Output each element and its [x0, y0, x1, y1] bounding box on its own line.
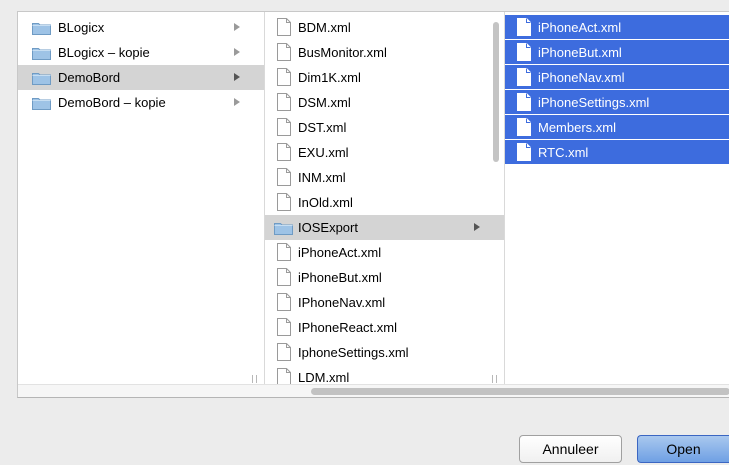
document-icon [277, 118, 291, 136]
file-row[interactable]: BDM.xml [265, 15, 504, 40]
document-icon [517, 68, 531, 86]
file-label: iPhoneAct.xml [538, 20, 622, 35]
file-label: iPhoneBut.xml [538, 45, 622, 60]
folder-row-blogicx[interactable]: BLogicx [18, 15, 264, 40]
file-row[interactable]: BusMonitor.xml [265, 40, 504, 65]
file-label: INM.xml [298, 170, 346, 185]
file-label: IPhoneReact.xml [298, 320, 397, 335]
column-1[interactable]: BLogicx BLogicx – kopie DemoBord DemoBor… [18, 12, 265, 384]
file-row[interactable]: iPhoneAct.xml [265, 240, 504, 265]
document-icon [277, 268, 291, 286]
file-label: IphoneSettings.xml [298, 345, 409, 360]
open-button[interactable]: Open [637, 435, 729, 463]
horizontal-scrollbar-thumb[interactable] [311, 388, 729, 395]
document-icon [277, 68, 291, 86]
file-row[interactable]: INM.xml [265, 165, 504, 190]
vertical-scrollbar-thumb[interactable] [493, 22, 499, 162]
file-label: iPhoneNav.xml [538, 70, 625, 85]
chevron-right-icon [474, 223, 480, 231]
file-row[interactable]: DST.xml [265, 115, 504, 140]
folder-label: BLogicx – kopie [58, 45, 150, 60]
folder-icon [32, 96, 51, 110]
file-label: IPhoneNav.xml [298, 295, 386, 310]
file-row[interactable]: iPhoneBut.xml [505, 40, 729, 64]
file-row[interactable]: Members.xml [505, 115, 729, 139]
file-label: iPhoneBut.xml [298, 270, 382, 285]
file-row[interactable]: IPhoneNav.xml [265, 290, 504, 315]
file-label: BDM.xml [298, 20, 351, 35]
file-row[interactable]: iPhoneAct.xml [505, 15, 729, 39]
document-icon [517, 93, 531, 111]
file-label: iPhoneAct.xml [298, 245, 382, 260]
document-icon [517, 118, 531, 136]
document-icon [277, 93, 291, 111]
chevron-right-icon [234, 23, 240, 31]
file-row[interactable]: IPhoneReact.xml [265, 315, 504, 340]
file-label: InOld.xml [298, 195, 353, 210]
document-icon [517, 143, 531, 161]
folder-label: BLogicx [58, 20, 105, 35]
document-icon [277, 143, 291, 161]
file-row[interactable]: DSM.xml [265, 90, 504, 115]
document-icon [277, 243, 291, 261]
document-icon [277, 343, 291, 361]
file-row[interactable]: iPhoneBut.xml [265, 265, 504, 290]
horizontal-scrollbar[interactable] [18, 384, 729, 397]
document-icon [517, 18, 531, 36]
folder-label: DemoBord – kopie [58, 95, 166, 110]
document-icon [277, 43, 291, 61]
folder-row[interactable]: IOSExport [265, 215, 504, 240]
chevron-right-icon [234, 73, 240, 81]
file-row[interactable]: iPhoneNav.xml [505, 65, 729, 89]
file-label: Dim1K.xml [298, 70, 361, 85]
document-icon [277, 293, 291, 311]
folder-icon [32, 71, 51, 85]
folder-row-demobord[interactable]: DemoBord [18, 65, 264, 90]
column-browser: BLogicx BLogicx – kopie DemoBord DemoBor… [17, 11, 729, 398]
file-row[interactable]: EXU.xml [265, 140, 504, 165]
column-3[interactable]: iPhoneAct.xml iPhoneBut.xml iPhoneNav.xml i… [505, 12, 729, 384]
file-row[interactable]: Dim1K.xml [265, 65, 504, 90]
file-label: DSM.xml [298, 95, 351, 110]
file-label: iPhoneSettings.xml [538, 95, 650, 110]
cancel-button[interactable]: Annuleer [519, 435, 622, 463]
document-icon [277, 18, 291, 36]
file-row[interactable]: InOld.xml [265, 190, 504, 215]
folder-label: DemoBord [58, 70, 121, 85]
column-resize-handle[interactable] [492, 375, 497, 383]
folder-row-demobord-kopie[interactable]: DemoBord – kopie [18, 90, 264, 115]
file-label: BusMonitor.xml [298, 45, 387, 60]
folder-row-blogicx-kopie[interactable]: BLogicx – kopie [18, 40, 264, 65]
column-2[interactable]: BDM.xml BusMonitor.xml Dim1K.xml DSM.xml DST… [265, 12, 505, 386]
chevron-right-icon [234, 98, 240, 106]
folder-icon [274, 221, 293, 235]
document-icon [277, 193, 291, 211]
chevron-right-icon [234, 48, 240, 56]
file-row[interactable]: iPhoneSettings.xml [505, 90, 729, 114]
file-row[interactable]: IphoneSettings.xml [265, 340, 504, 365]
file-label: RTC.xml [538, 145, 589, 160]
file-label: DST.xml [298, 120, 347, 135]
file-row[interactable]: RTC.xml [505, 140, 729, 164]
folder-icon [32, 46, 51, 60]
document-icon [277, 168, 291, 186]
file-label: EXU.xml [298, 145, 349, 160]
folder-icon [32, 21, 51, 35]
column-resize-handle[interactable] [252, 375, 257, 383]
folder-label: IOSExport [298, 220, 358, 235]
document-icon [277, 318, 291, 336]
document-icon [517, 43, 531, 61]
file-label: Members.xml [538, 120, 617, 135]
